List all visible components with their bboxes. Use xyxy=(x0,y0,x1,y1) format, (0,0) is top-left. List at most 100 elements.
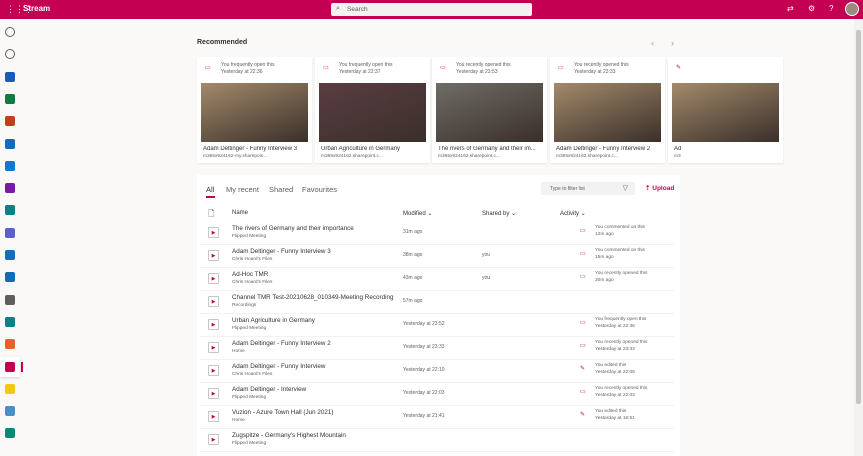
active-tab-indicator xyxy=(206,196,215,198)
modified-time: Yesterday at 23:52 xyxy=(403,321,445,327)
file-name[interactable]: Adam Deltinger - Interview xyxy=(232,386,306,393)
stream-icon[interactable] xyxy=(5,361,15,372)
video-file-icon: ▶ xyxy=(208,319,219,330)
file-name[interactable]: Urban Agriculture in Germany xyxy=(232,317,315,324)
file-location: Home xyxy=(232,418,245,423)
scrollbar-thumb[interactable] xyxy=(856,30,861,404)
tab-all[interactable]: All xyxy=(206,185,214,194)
home-icon[interactable] xyxy=(5,27,15,37)
column-shared-by[interactable]: Shared by ⌄ xyxy=(482,210,516,217)
video-file-icon: ▶ xyxy=(208,227,219,238)
recommended-card[interactable]: ▭ You frequently open this Yesterday at 2… xyxy=(197,57,312,163)
video-file-icon: ▶ xyxy=(208,434,219,445)
teams-icon[interactable] xyxy=(5,227,15,238)
file-location: Flipped Meeting xyxy=(232,441,267,446)
recommended-card[interactable]: ✎ Ad m3 xyxy=(668,57,783,163)
modified-time: 57m ago xyxy=(403,298,423,304)
table-row[interactable]: ▶ Adam Deltinger - Funny Interview 2 Hom… xyxy=(200,337,674,360)
edit-icon: ✎ xyxy=(580,366,586,372)
column-modified[interactable]: Modified ⌄ xyxy=(403,210,432,217)
table-row[interactable]: ▶ Ad-Hoc TMR Chris Hoard's Files 43m ago… xyxy=(200,268,674,291)
app-rail xyxy=(0,19,23,456)
filter-input[interactable]: Type to filter list ▽ xyxy=(541,182,635,195)
card-url: m365x924162.sharepoint.c... xyxy=(321,154,383,159)
power-automate-icon[interactable] xyxy=(5,272,15,283)
file-name[interactable]: Zugspitze - Germany's Highest Mountain xyxy=(232,432,346,439)
activity-text: You frequently open this Yesterday at 22:… xyxy=(595,317,647,329)
sharepoint-icon[interactable] xyxy=(5,205,15,216)
app-title[interactable]: Stream xyxy=(23,4,50,13)
top-bar: ⋮⋮⋮ Stream ⌕ Search ⇄ ⚙ ? xyxy=(0,0,863,19)
file-name[interactable]: The rivers of Germany and their importan… xyxy=(232,225,354,232)
card-url: m3 xyxy=(674,154,681,159)
recommended-card[interactable]: ▭ You recently opened this Yesterday at 2… xyxy=(550,57,665,163)
table-row[interactable]: ▶ Adam Deltinger - Interview Flipped Mee… xyxy=(200,383,674,406)
sway-icon[interactable] xyxy=(5,316,15,327)
table-row[interactable]: ▶ Zugspitze - Germany's Highest Mountain… xyxy=(200,429,674,452)
table-row[interactable]: ▶ Adam Deltinger - Funny Interview 3 Chr… xyxy=(200,245,674,268)
powerpoint-icon[interactable] xyxy=(5,116,15,127)
card-title: Urban Agriculture in Germany xyxy=(321,146,401,152)
next-icon[interactable]: › xyxy=(671,38,674,48)
video-thumbnail xyxy=(436,83,543,142)
table-row[interactable]: ▶ Urban Agriculture in Germany Flipped M… xyxy=(200,314,674,337)
file-location: Recordings xyxy=(232,303,257,308)
waffle-icon[interactable]: ⋮⋮⋮ xyxy=(6,5,33,14)
table-row[interactable]: ▶ Channel TMR Test-20210628_010349-Meeti… xyxy=(200,291,674,314)
file-name[interactable]: Adam Deltinger - Funny Interview 3 xyxy=(232,248,331,255)
tab-favourites[interactable]: Favourites xyxy=(302,185,337,194)
opened-icon: ▭ xyxy=(580,320,586,326)
tab-shared[interactable]: Shared xyxy=(269,185,293,194)
kaizala-icon[interactable] xyxy=(5,406,15,417)
file-name[interactable]: Adam Deltinger - Funny Interview 2 xyxy=(232,340,331,347)
column-shared-label: Shared by xyxy=(482,211,510,217)
power-bi-icon[interactable] xyxy=(5,383,15,394)
outlook-icon[interactable] xyxy=(5,138,15,149)
file-location: Chris Hoard's Files xyxy=(232,257,273,262)
excel-icon[interactable] xyxy=(5,93,15,104)
tab-my-recent[interactable]: My recent xyxy=(226,185,259,194)
upload-button[interactable]: ⇡ Upload xyxy=(645,184,674,192)
column-activity[interactable]: Activity ⌄ xyxy=(560,210,586,217)
video-file-icon: ▶ xyxy=(208,250,219,261)
table-row[interactable]: ▶ Vuzion - Azure Town Hall (Jun 2021) Ho… xyxy=(200,406,674,429)
onenote-icon[interactable] xyxy=(5,183,15,194)
file-type-icon: 🗋 xyxy=(208,209,215,218)
file-name[interactable]: Channel TMR Test-20210628_010349-Meeting… xyxy=(232,294,394,301)
yammer-icon[interactable] xyxy=(5,250,15,260)
activity-text: You commented on this 12m ago xyxy=(595,225,645,237)
create-icon[interactable] xyxy=(5,49,15,60)
video-file-icon: ▶ xyxy=(208,365,219,376)
comment-icon: ▭ xyxy=(580,228,586,234)
table-row[interactable]: ▶ The rivers of Germany and their import… xyxy=(200,222,674,245)
help-icon[interactable]: ? xyxy=(829,4,833,13)
modified-time: 38m ago xyxy=(403,252,423,258)
activity-text: You edited this Yesterday at 22:09 xyxy=(595,363,635,375)
card-url: m365x924162.sharepoint.c... xyxy=(556,154,618,159)
card-activity: You frequently open this Yesterday at 22:… xyxy=(339,62,393,75)
settings-icon[interactable]: ⚙ xyxy=(808,4,815,13)
table-row[interactable]: ▶ Adam Deltinger - Funny Interview Chris… xyxy=(200,360,674,383)
column-name[interactable]: Name xyxy=(232,210,248,216)
search-placeholder: Search xyxy=(347,6,368,13)
file-name[interactable]: Adam Deltinger - Funny Interview xyxy=(232,363,325,370)
file-name[interactable]: Vuzion - Azure Town Hall (Jun 2021) xyxy=(232,409,334,416)
avatar[interactable] xyxy=(845,2,859,16)
recommended-card[interactable]: ▭ You frequently open this Yesterday at 2… xyxy=(315,57,430,163)
edit-icon: ✎ xyxy=(676,65,682,71)
exchange-icon[interactable] xyxy=(5,294,15,305)
activity-text: You commented on this 15m ago xyxy=(595,248,645,260)
search-input[interactable]: ⌕ Search xyxy=(331,3,532,16)
recommended-card[interactable]: ▭ You recently opened this Yesterday at 2… xyxy=(432,57,547,163)
file-name[interactable]: Ad-Hoc TMR xyxy=(232,271,268,278)
onedrive-icon[interactable] xyxy=(5,160,15,171)
forms-orange-icon[interactable] xyxy=(5,339,15,350)
video-file-icon: ▶ xyxy=(208,273,219,284)
previous-icon[interactable]: ‹ xyxy=(651,38,654,48)
opened-icon: ▭ xyxy=(323,65,329,71)
filter-icon[interactable]: ▽ xyxy=(623,184,628,192)
bookings-icon[interactable] xyxy=(5,428,15,439)
whats-new-icon[interactable]: ⇄ xyxy=(787,4,794,13)
word-icon[interactable] xyxy=(5,71,15,82)
modified-time: 31m ago xyxy=(403,229,423,235)
